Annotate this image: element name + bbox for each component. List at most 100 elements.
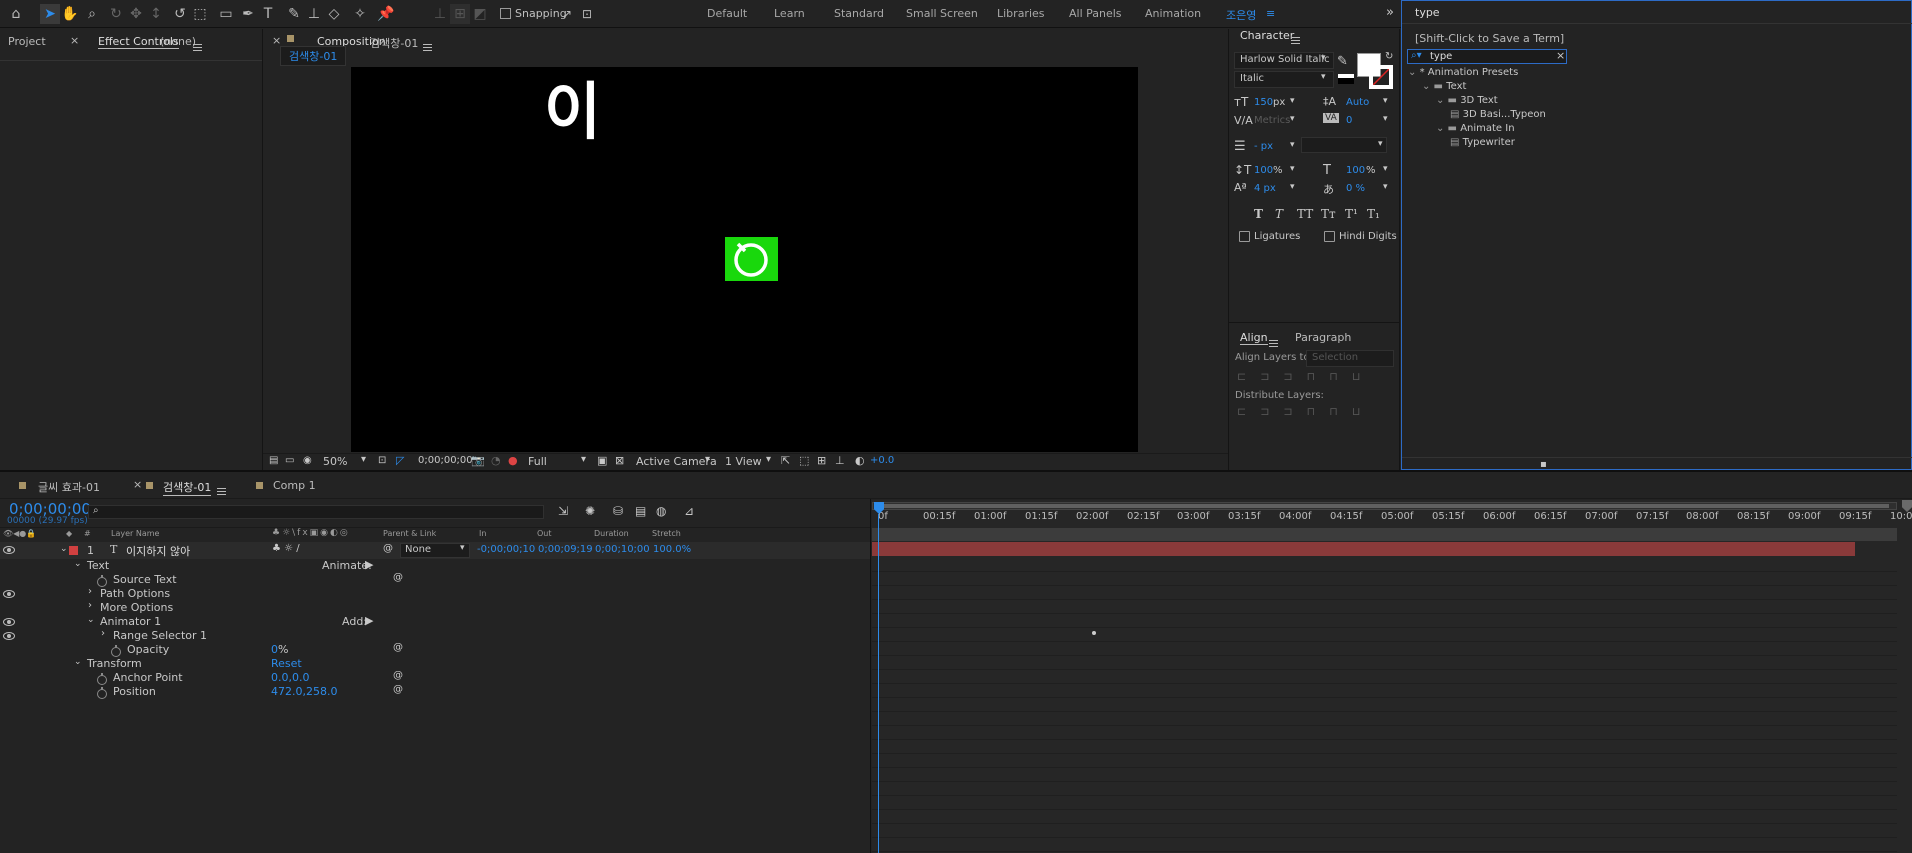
layer-stretch[interactable]: 100.0%: [653, 544, 691, 555]
eye-icon[interactable]: [3, 590, 15, 598]
pan-camera-icon[interactable]: ✥: [126, 4, 146, 24]
shy-icon[interactable]: ⛁: [613, 504, 623, 518]
workspace-small-screen[interactable]: Small Screen: [906, 7, 978, 20]
home-icon[interactable]: ⌂: [6, 4, 26, 24]
animate-menu-icon[interactable]: ▶: [365, 558, 373, 571]
eye-icon[interactable]: [3, 546, 15, 554]
stroke-color-swatch[interactable]: [1369, 65, 1393, 89]
workspace-overflow-icon[interactable]: »: [1386, 5, 1394, 20]
chevron-down-icon[interactable]: ▾: [1383, 114, 1388, 124]
tsume-value[interactable]: 0 %: [1346, 183, 1365, 194]
layer-in[interactable]: -0;00;00;10: [477, 544, 535, 555]
chevron-down-icon[interactable]: ▾: [1383, 96, 1388, 106]
chevron-right-icon[interactable]: ›: [101, 628, 105, 639]
viewer-timecode[interactable]: 0;00;00;00: [418, 455, 473, 466]
panel-menu-icon[interactable]: [1291, 36, 1300, 44]
snap-grid-icon[interactable]: ⊡: [577, 4, 597, 24]
always-preview-icon[interactable]: ▤: [269, 455, 278, 466]
layer-duration[interactable]: 0;00;10;00: [595, 544, 650, 555]
opacity-value[interactable]: 0: [271, 643, 278, 656]
tab-project[interactable]: Project: [8, 35, 46, 48]
show-snapshot-icon[interactable]: ◔: [491, 454, 501, 467]
eraser-tool-icon[interactable]: ◇: [324, 4, 344, 24]
graph-editor-icon[interactable]: ⊿: [684, 504, 694, 518]
ligatures-checkbox[interactable]: [1239, 231, 1250, 242]
new-bin-icon[interactable]: ▪: [1540, 459, 1547, 470]
chevron-down-icon[interactable]: ⌄: [74, 657, 82, 667]
toggle-pixel-aspect-icon[interactable]: ⇱: [781, 454, 790, 467]
fast-preview-icon[interactable]: ▣: [597, 454, 607, 467]
eyedropper-icon[interactable]: ✎: [1337, 54, 1348, 69]
exposure-value[interactable]: +0.0: [870, 455, 894, 466]
flowchart-icon[interactable]: ⊞: [817, 454, 826, 467]
roto-brush-tool-icon[interactable]: ✧: [350, 4, 370, 24]
chevron-down-icon[interactable]: ⌄: [87, 615, 95, 625]
distribute-buttons[interactable]: ⊏⊐⊐⊓⊓⊔: [1237, 405, 1389, 419]
effects-tree-item[interactable]: ▤ 3D Basi...Typeon: [1450, 109, 1546, 123]
snapshot-icon[interactable]: 📷: [471, 454, 485, 467]
workspace-learn[interactable]: Learn: [774, 7, 805, 20]
views-dropdown[interactable]: 1 View: [725, 455, 762, 468]
resolution-dropdown[interactable]: Full: [528, 455, 547, 468]
world-axis-icon[interactable]: ⊞: [450, 4, 470, 24]
expression-icon[interactable]: @: [393, 670, 403, 681]
close-icon[interactable]: ×: [133, 478, 142, 491]
chevron-down-icon[interactable]: ▾: [1383, 164, 1388, 174]
all-caps-icon[interactable]: TT: [1297, 207, 1313, 221]
effects-tree-item[interactable]: ▤ Typewriter: [1450, 137, 1515, 151]
time-ruler[interactable]: 0f 00:15f 01:00f 01:15f 02:00f 02:15f 03:00f 03…: [872, 510, 1912, 526]
zoom-tool-icon[interactable]: ⌕: [82, 4, 102, 24]
subscript-icon[interactable]: T₁: [1367, 207, 1380, 221]
faux-bold-icon[interactable]: T: [1254, 207, 1263, 221]
chevron-right-icon[interactable]: ›: [88, 586, 92, 597]
frame-blending-icon[interactable]: ▤: [635, 504, 646, 518]
expression-icon[interactable]: @: [393, 684, 403, 695]
layer-switch-icons[interactable]: ♣ ☼ /: [272, 543, 300, 554]
hindi-digits-checkbox[interactable]: [1324, 231, 1335, 242]
snap-edge-icon[interactable]: ↗: [557, 4, 577, 24]
font-family-dropdown[interactable]: Harlow Solid Italic: [1234, 52, 1334, 69]
position-row[interactable]: Position 472.0,258.0 @: [0, 684, 870, 701]
exposure-reset-icon[interactable]: ◐: [855, 454, 865, 467]
rotate-tool-icon[interactable]: ↺: [170, 4, 190, 24]
tab-paragraph[interactable]: Paragraph: [1295, 331, 1351, 344]
pan-behind-tool-icon[interactable]: ⬚: [190, 4, 210, 24]
orbit-camera-icon[interactable]: ↻: [106, 4, 126, 24]
workspace-animation[interactable]: Animation: [1145, 7, 1201, 20]
chevron-down-icon[interactable]: ▾: [1383, 182, 1388, 192]
font-style-dropdown[interactable]: Italic: [1234, 71, 1334, 88]
layer-out[interactable]: 0;00;09;19: [538, 544, 593, 555]
zoom-dropdown[interactable]: 50%: [323, 455, 347, 468]
horizontal-scale-value[interactable]: 100: [1346, 165, 1365, 176]
timeline-tab-1[interactable]: 글씨 효과-01: [38, 479, 100, 495]
effects-tree-item[interactable]: ⌄ ▬ Text: [1422, 81, 1466, 95]
panel-menu-icon[interactable]: [193, 43, 202, 51]
transparency-grid-icon[interactable]: ⊠: [615, 454, 624, 467]
rectangle-tool-icon[interactable]: ▭: [216, 4, 236, 24]
close-icon[interactable]: ×: [70, 34, 79, 47]
stroke-style-dropdown[interactable]: [1301, 137, 1387, 153]
position-value[interactable]: 472.0,258.0: [271, 685, 337, 698]
baseline-shift-value[interactable]: 4 px: [1254, 183, 1276, 194]
effects-tree-item[interactable]: ⌄ ▬ Animate In: [1436, 123, 1515, 137]
workspace-menu-icon[interactable]: ≡: [1266, 7, 1275, 20]
type-tool-icon[interactable]: T: [258, 4, 278, 24]
leading-value[interactable]: Auto: [1346, 97, 1369, 108]
align-to-dropdown[interactable]: Selection: [1306, 350, 1394, 367]
timeline-tab-2[interactable]: 검색창-01: [163, 479, 212, 496]
pick-whip-icon[interactable]: @: [383, 543, 393, 554]
col-layer-name[interactable]: Layer Name: [111, 529, 159, 538]
chevron-down-icon[interactable]: ⌄: [60, 544, 68, 554]
anchor-point-value[interactable]: 0.0,0.0: [271, 671, 309, 684]
comp-mini-flowchart-icon[interactable]: ⇲: [558, 504, 568, 518]
draft-3d-icon[interactable]: ✺: [585, 504, 595, 518]
align-buttons[interactable]: ⊏⊐⊐⊓⊓⊔: [1237, 370, 1389, 384]
add-menu-icon[interactable]: ▶: [365, 614, 373, 627]
layer-name[interactable]: 이지하지 않아: [126, 543, 190, 559]
eye-icon[interactable]: [3, 632, 15, 640]
timeline-search-input[interactable]: ⌕: [88, 505, 544, 519]
chevron-down-icon[interactable]: ▾: [1290, 164, 1295, 174]
workspace-all-panels[interactable]: All Panels: [1069, 7, 1122, 20]
mask-visibility-icon[interactable]: ◉: [303, 455, 312, 466]
transform-reset[interactable]: Reset: [271, 657, 302, 670]
